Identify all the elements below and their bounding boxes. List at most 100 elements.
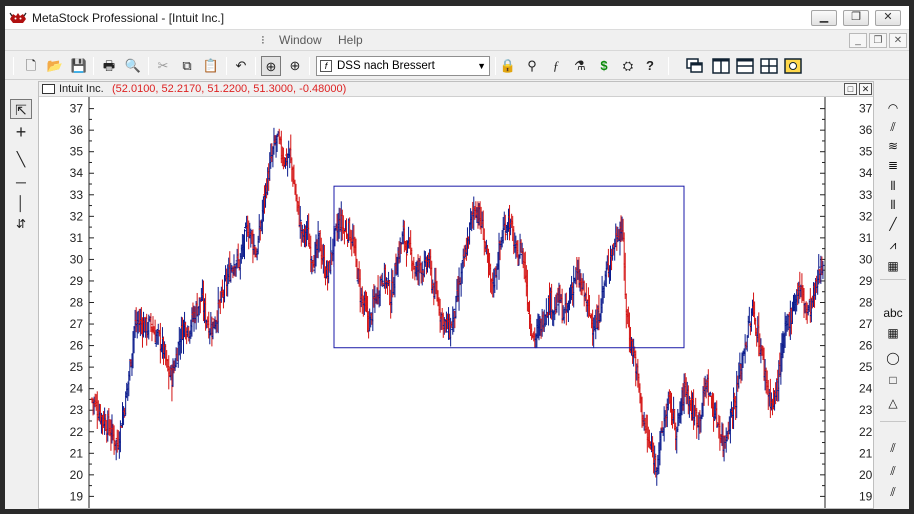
- right-tick-label: 33: [859, 188, 873, 202]
- close-button[interactable]: ✕: [875, 10, 901, 26]
- left-tick-label: 36: [70, 123, 84, 137]
- right-tick-label: 25: [859, 360, 873, 374]
- raff-channel-icon[interactable]: ⫽: [881, 483, 905, 501]
- toolbar-separator: [148, 57, 149, 75]
- window-title: MetaStock Professional - [Intuit Inc.]: [32, 11, 225, 25]
- menu-grip: ⁝: [261, 33, 265, 47]
- mdi-restore-button[interactable]: ❐: [869, 33, 887, 48]
- right-tick-label: 29: [859, 274, 873, 288]
- right-tick-label: 24: [859, 382, 873, 396]
- binoculars-icon[interactable]: ⛭: [618, 56, 638, 76]
- buy-sell-arrow-icon[interactable]: ⇵: [10, 214, 32, 234]
- left-tick-label: 22: [70, 425, 84, 439]
- chart-restore-button[interactable]: □: [844, 83, 857, 95]
- tile-grid-icon[interactable]: [759, 56, 779, 76]
- menu-help[interactable]: Help: [338, 33, 363, 47]
- right-tick-label: 35: [859, 145, 873, 159]
- right-tick-label: 34: [859, 166, 873, 180]
- rectangle-tool-icon[interactable]: □: [881, 371, 905, 389]
- right-tick-label: 19: [859, 489, 873, 503]
- toolbar-separator: [93, 57, 94, 75]
- gann-grid-icon[interactable]: ▦: [881, 257, 905, 275]
- copy-icon[interactable]: ⧉: [177, 56, 197, 76]
- menu-window[interactable]: Window: [279, 33, 322, 47]
- template-select[interactable]: f DSS nach Bressert ▼: [316, 56, 490, 76]
- new-icon[interactable]: 🗋: [21, 56, 41, 76]
- right-tick-label: 20: [859, 468, 873, 482]
- ellipse-tool-icon[interactable]: ◯: [881, 349, 905, 367]
- tile-horizontal-icon[interactable]: [735, 56, 755, 76]
- right-tick-label: 22: [859, 425, 873, 439]
- paste-icon[interactable]: 📋: [201, 56, 221, 76]
- restore-button[interactable]: ❐: [843, 10, 869, 26]
- table-tool-icon[interactable]: ▦: [881, 324, 905, 342]
- open-icon[interactable]: 📂: [45, 56, 65, 76]
- left-tick-label: 25: [70, 360, 84, 374]
- andrews-pitchfork-icon[interactable]: ⫽: [881, 439, 905, 457]
- mdi-close-button[interactable]: ✕: [889, 33, 907, 48]
- cascade-icon[interactable]: [685, 56, 705, 76]
- save-icon[interactable]: 💾: [69, 56, 89, 76]
- left-tick-label: 33: [70, 188, 84, 202]
- left-toolbar: ⇱ + ╲ ─ │ ⇵: [5, 81, 37, 509]
- app-window: MetaStock Professional - [Intuit Inc.] ▁…: [5, 6, 909, 509]
- mdi-minimize-button[interactable]: _: [849, 33, 867, 48]
- undo-icon[interactable]: ↶: [231, 56, 251, 76]
- left-tick-label: 21: [70, 446, 84, 460]
- chart-close-button[interactable]: ✕: [859, 83, 872, 95]
- minimize-button[interactable]: ▁: [811, 10, 837, 26]
- metastock-bull-icon: [9, 12, 27, 23]
- lock-icon[interactable]: 🔒: [498, 56, 518, 76]
- indicator-builder-icon[interactable]: ⚗: [570, 56, 590, 76]
- dollar-icon[interactable]: $: [594, 56, 614, 76]
- close-icon: ✕: [883, 11, 893, 23]
- left-tick-label: 26: [70, 339, 84, 353]
- chevron-down-icon: ▼: [477, 61, 486, 71]
- cycle-lines-icon[interactable]: ⦀: [881, 177, 905, 195]
- text-tool-icon[interactable]: abc: [881, 304, 905, 322]
- right-tick-label: 31: [859, 231, 873, 245]
- help-icon[interactable]: ?: [640, 56, 660, 76]
- fibonacci-retracement-icon[interactable]: ≋: [881, 137, 905, 155]
- ohlc-quote: (52.0100, 52.2170, 51.2200, 51.3000, -0.…: [112, 83, 347, 95]
- speed-lines-icon[interactable]: ⩘: [881, 236, 905, 254]
- left-tick-label: 29: [70, 274, 84, 288]
- time-zones-icon[interactable]: ⫴: [881, 196, 905, 214]
- explorer-icon[interactable]: ⚲: [522, 56, 542, 76]
- ohlc-bar: [158, 322, 162, 364]
- pointer-icon[interactable]: ⇱: [10, 99, 32, 119]
- title-bar: MetaStock Professional - [Intuit Inc.] ▁…: [5, 6, 909, 30]
- vertical-line-icon[interactable]: │: [10, 193, 32, 213]
- right-tick-label: 27: [859, 317, 873, 331]
- chart-options-icon[interactable]: [783, 56, 803, 76]
- crosshair-tool-icon[interactable]: +: [10, 122, 32, 142]
- toolbar-separator: [880, 421, 906, 422]
- triangle-tool-icon[interactable]: △: [881, 394, 905, 412]
- right-tick-label: 37: [859, 102, 873, 116]
- channel-tool-icon[interactable]: ⫽: [881, 462, 905, 480]
- print-icon[interactable]: 🖶: [99, 56, 119, 76]
- toolbar-separator: [668, 57, 669, 75]
- arc-tool-icon[interactable]: ◠: [881, 99, 905, 117]
- formula-editor-icon[interactable]: ƒ: [546, 56, 566, 76]
- line-tool-icon[interactable]: ╱: [881, 215, 905, 233]
- toolbar-separator: [309, 57, 310, 75]
- zoom-icon[interactable]: ⊕: [285, 56, 305, 76]
- tile-vertical-icon[interactable]: [711, 56, 731, 76]
- price-chart[interactable]: 37 37 36 36 35 35 34 34 33 33 32 32 31 31 30 30 29 29 28 28…: [39, 97, 873, 508]
- chart-caption-bar: Intuit Inc. (52.0100, 52.2170, 51.2200, …: [39, 82, 873, 97]
- left-tick-label: 32: [70, 209, 84, 223]
- cut-icon[interactable]: ✂: [153, 56, 173, 76]
- horizontal-lines-icon[interactable]: ≣: [881, 156, 905, 174]
- toolbar-separator: [495, 57, 496, 75]
- crosshair-icon[interactable]: ⊕: [261, 56, 281, 76]
- print-preview-icon[interactable]: 🔍: [123, 56, 143, 76]
- horizontal-line-icon[interactable]: ─: [10, 172, 32, 192]
- left-tick-label: 35: [70, 145, 84, 159]
- trendline-icon[interactable]: ╲: [10, 149, 32, 169]
- right-tick-label: 23: [859, 403, 873, 417]
- fan-tool-icon[interactable]: ⫽: [881, 118, 905, 136]
- left-tick-label: 31: [70, 231, 84, 245]
- toolbar-separator: [226, 57, 227, 75]
- right-tick-label: 36: [859, 123, 873, 137]
